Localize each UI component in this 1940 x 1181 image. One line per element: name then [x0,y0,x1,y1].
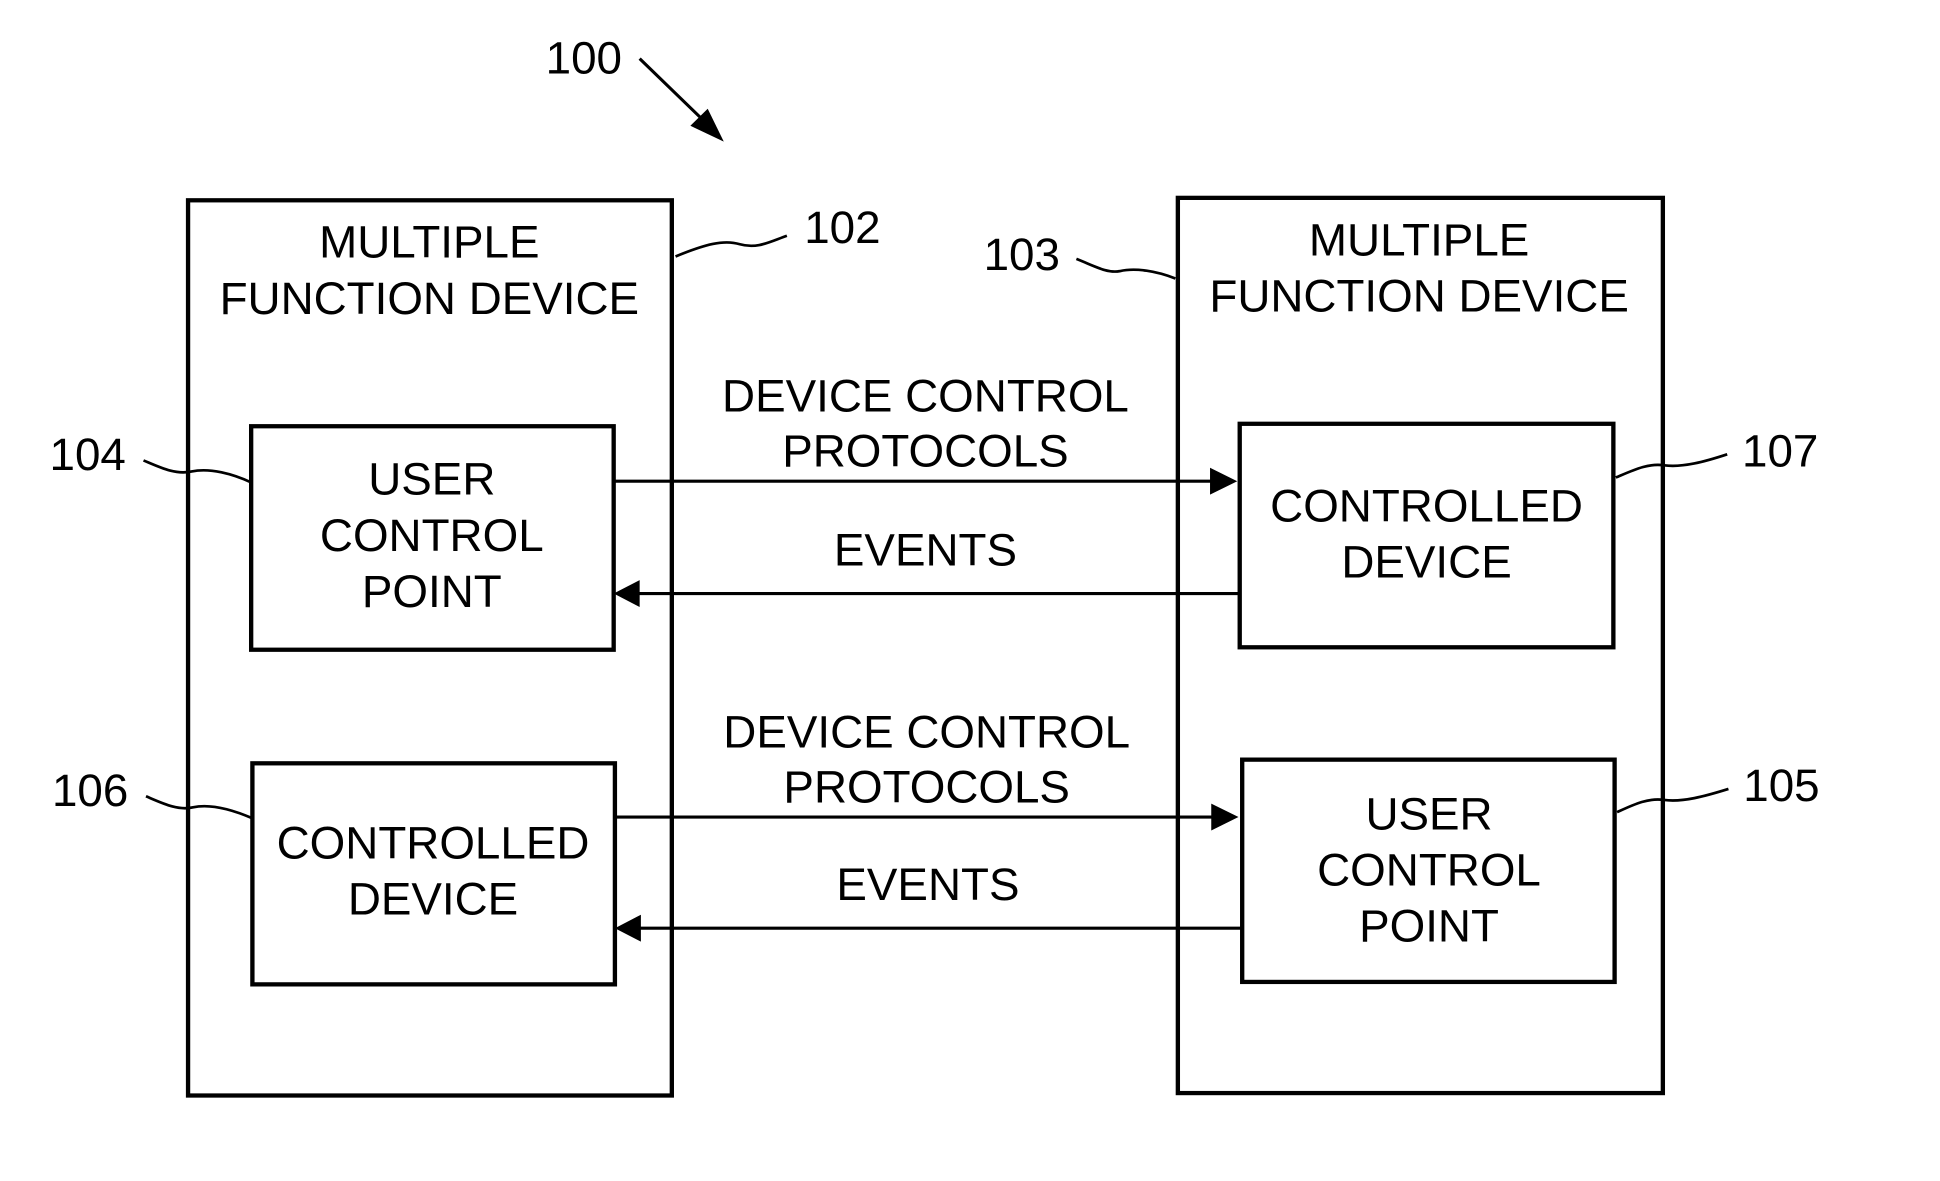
leader-106 [145,795,253,820]
figure-ref-100: 100 [546,33,622,84]
user-control-point-104: USER CONTROL POINT [248,424,616,652]
leader-102 [675,234,788,258]
ref-102: 102 [804,202,880,253]
component-label-line3: POINT [1359,901,1499,952]
leader-104 [142,459,252,484]
leader-107 [1615,453,1728,479]
connection-label-protocols-top-line1: DEVICE CONTROL [722,371,1129,422]
component-label-line2: CONTROL [1317,845,1541,896]
component-label-line1: USER [1365,789,1492,840]
component-label-line2: DEVICE [1341,537,1511,588]
component-box [1237,421,1616,650]
connection-label-protocols-top-line2: PROTOCOLS [782,426,1069,477]
component-label-line1: CONTROLLED [1270,481,1583,532]
events-arrowhead-bottom [614,914,641,942]
leader-103 [1075,257,1176,280]
ref-104: 104 [49,429,125,480]
connection-label-protocols-bottom-line2: PROTOCOLS [783,762,1070,813]
ref-106: 106 [52,765,128,816]
ref-105: 105 [1743,760,1819,811]
protocols-arrowhead-top [1210,467,1238,495]
connection-label-events-top: EVENTS [834,525,1017,576]
events-arrowhead-top [613,580,640,607]
component-label-line1: USER [368,454,495,505]
ref-107: 107 [1742,426,1818,477]
leader-105 [1616,787,1729,814]
device-title-line1: MULTIPLE [319,217,539,268]
connection-label-events-bottom: EVENTS [836,859,1019,910]
user-control-point-105: USER CONTROL POINT [1240,757,1617,985]
controlled-device-106: CONTROLLED DEVICE [250,761,618,987]
device-title-line1: MULTIPLE [1309,215,1529,266]
component-label-line3: POINT [362,566,502,617]
figure-ref-arrow-line [638,57,709,126]
component-label-line1: CONTROLLED [277,818,590,869]
device-title-line2: FUNCTION DEVICE [220,273,640,324]
component-label-line2: CONTROL [320,510,544,561]
protocols-arrowhead-bottom [1211,803,1239,831]
connection-label-protocols-bottom-line1: DEVICE CONTROL [723,707,1130,758]
ref-103: 103 [984,229,1060,280]
patent-figure: 100 MULTIPLE FUNCTION DEVICE 102 MULTIPL… [49,33,1820,1098]
controlled-device-107: CONTROLLED DEVICE [1237,421,1616,650]
component-label-line2: DEVICE [348,874,518,925]
device-title-line2: FUNCTION DEVICE [1209,271,1629,322]
